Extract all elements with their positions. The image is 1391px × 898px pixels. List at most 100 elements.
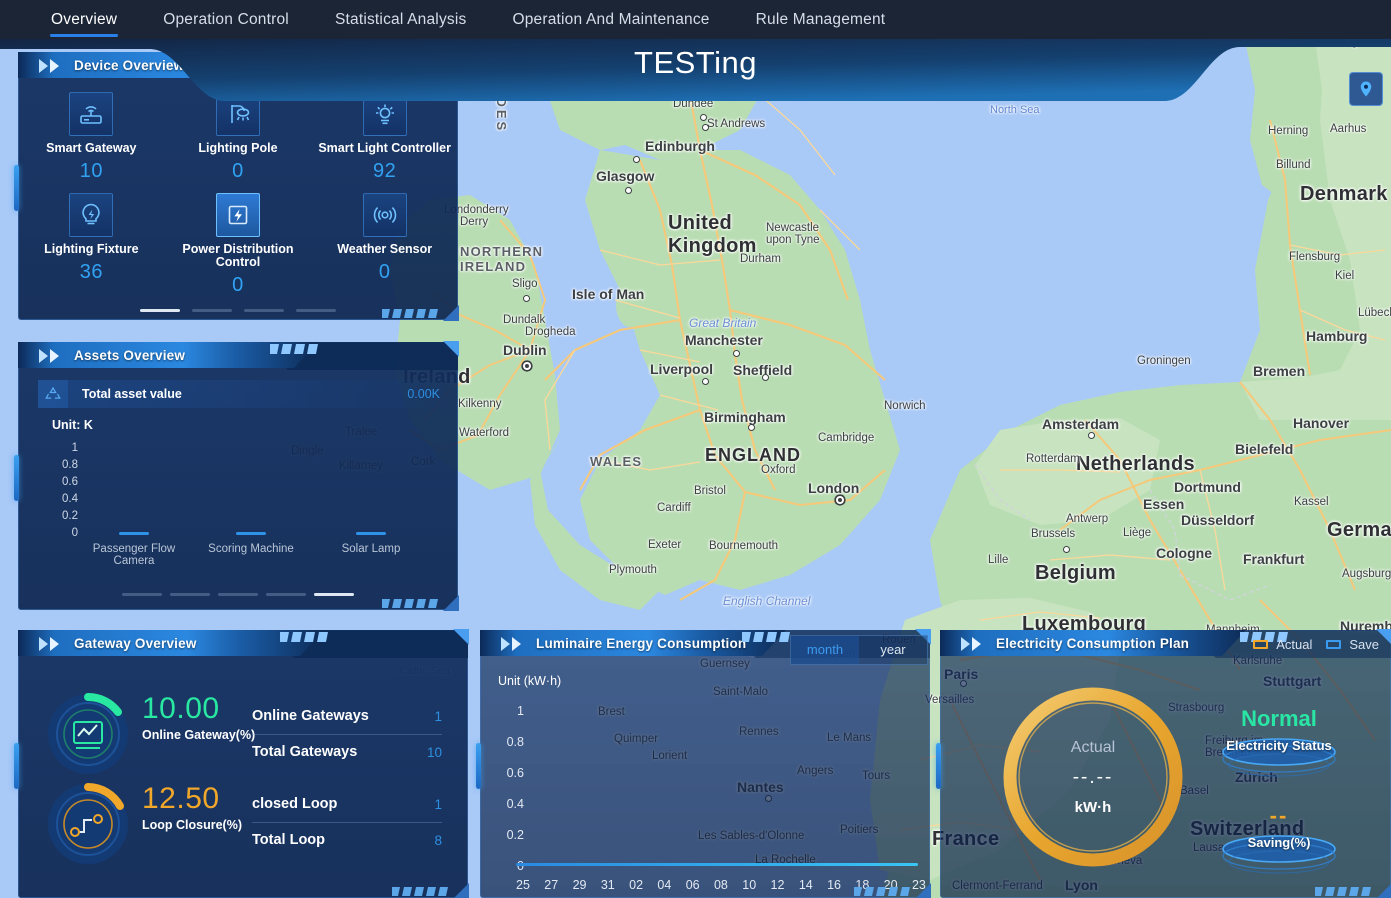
- panel-edge-accent: [936, 742, 941, 789]
- tab-operation-control[interactable]: Operation Control: [140, 0, 312, 39]
- map-dot: [702, 378, 709, 385]
- device-label: Power Distribution Control: [182, 242, 294, 269]
- stat-online-gateways: Online Gateways 1: [252, 708, 442, 724]
- device-label: Lighting Pole: [198, 141, 278, 155]
- signal-waves-icon: [362, 193, 407, 237]
- map-dot: [633, 156, 640, 163]
- tab-statistical-analysis[interactable]: Statistical Analysis: [312, 0, 490, 39]
- carousel-dot[interactable]: [192, 309, 232, 312]
- panel-edge-accent: [14, 454, 19, 501]
- electricity-status-value: Normal: [1241, 706, 1317, 731]
- luminaire-energy-panel: Luminaire Energy Consumption month year …: [476, 629, 931, 898]
- electricity-status-block: Normal Electricity Status: [1204, 706, 1354, 783]
- total-asset-value-row: Total asset value 0.00K: [38, 380, 444, 408]
- carousel-dot[interactable]: [266, 593, 306, 596]
- carousel-dot[interactable]: [218, 593, 258, 596]
- stat-separator: [252, 822, 442, 823]
- loop-nodes-icon: [48, 783, 128, 864]
- device-label: Smart Light Controller: [318, 141, 451, 155]
- assets-unit-label: Unit: K: [52, 418, 93, 432]
- map-dot: [702, 124, 709, 131]
- assets-bar: [356, 532, 386, 535]
- map-dot: [762, 374, 769, 381]
- stat-total-gateways: Total Gateways 10: [252, 744, 442, 760]
- luminaire-x-tick: 04: [657, 878, 672, 892]
- loop-closure-readout: 12.50 Loop Closure(%): [142, 782, 242, 832]
- luminaire-x-tick: 08: [713, 878, 728, 892]
- total-asset-value: 0.00K: [407, 387, 440, 401]
- assets-carousel-dots[interactable]: [18, 593, 458, 596]
- legend-label-actual: Actual: [1276, 636, 1313, 652]
- luminaire-y-tick: 0.2: [506, 828, 524, 842]
- online-gateway-gauge: [46, 692, 130, 776]
- carousel-dot[interactable]: [314, 593, 354, 596]
- luminaire-unit-label: Unit (kW·h): [498, 674, 562, 688]
- corner-decor-br: [443, 595, 459, 611]
- assets-category-label: Scoring Machine: [208, 543, 294, 555]
- monitor-chart-icon: [48, 692, 128, 774]
- stat-key: Online Gateways: [252, 708, 369, 724]
- range-option-month[interactable]: month: [791, 636, 859, 664]
- electricity-status-pill: Electricity Status: [1204, 734, 1354, 783]
- range-option-year[interactable]: year: [859, 636, 927, 664]
- chevron-double-right-icon: [961, 637, 981, 651]
- device-item-weather-sensor[interactable]: Weather Sensor 0: [311, 185, 458, 297]
- assets-y-tick: 0.6: [62, 476, 78, 488]
- device-label: Smart Gateway: [46, 141, 137, 155]
- device-item-smart-gateway[interactable]: Smart Gateway 10: [18, 84, 165, 183]
- luminaire-y-tick: 1: [517, 704, 524, 718]
- recycle-icon: [38, 380, 68, 408]
- map-dot: [1088, 432, 1095, 439]
- luminaire-y-tick: 0.4: [506, 797, 524, 811]
- device-value: 10: [79, 160, 103, 182]
- assets-bar: [236, 532, 266, 535]
- map-dot: [523, 295, 530, 302]
- luminaire-x-tick: 12: [770, 878, 785, 892]
- ring-unit: kW·h: [1074, 798, 1112, 816]
- actual-consumption-ring: Actual --.-- kW·h: [994, 678, 1192, 876]
- chevron-double-right-icon: [39, 637, 59, 651]
- dashboard-root: .land{fill:#b9ddb3;} .land2{fill:#c7e3bf…: [0, 0, 1391, 898]
- luminaire-x-tick: 29: [572, 878, 587, 892]
- carousel-dot[interactable]: [122, 593, 162, 596]
- map-dot: [700, 114, 707, 121]
- ring-readout: Actual --.-- kW·h: [994, 678, 1192, 876]
- luminaire-x-tick: 16: [827, 878, 841, 892]
- luminaire-x-tick: 31: [600, 878, 615, 892]
- loop-closure-value: 12.50: [142, 782, 220, 815]
- tab-rule-management[interactable]: Rule Management: [733, 0, 909, 39]
- tab-overview[interactable]: Overview: [28, 0, 140, 39]
- stat-key: Total Gateways: [252, 744, 358, 760]
- carousel-dot[interactable]: [170, 593, 210, 596]
- corner-decor-br: [443, 305, 459, 321]
- ring-caption: Actual: [1070, 738, 1116, 756]
- map-dot: [625, 187, 632, 194]
- panel-title: Electricity Consumption Plan: [996, 636, 1190, 651]
- luminaire-x-axis: [516, 863, 918, 866]
- street-lamp-icon: [215, 92, 260, 136]
- device-item-power-distribution-control[interactable]: Power Distribution Control 0: [165, 185, 312, 297]
- assets-overview-panel: Assets Overview Total asset value 0.00K …: [14, 341, 459, 611]
- luminaire-x-tick: 10: [742, 878, 757, 892]
- device-item-smart-light-controller[interactable]: Smart Light Controller 92: [311, 84, 458, 183]
- map-dot: [1063, 546, 1070, 553]
- saving-value: --: [1269, 803, 1289, 828]
- online-gateway-readout: 10.00 Online Gateway(%): [142, 692, 255, 742]
- carousel-dot[interactable]: [244, 309, 284, 312]
- stat-value: 10: [426, 744, 442, 760]
- device-item-lighting-fixture[interactable]: Lighting Fixture 36: [18, 185, 165, 297]
- tab-operation-and-maintenance[interactable]: Operation And Maintenance: [489, 0, 732, 39]
- page-title: TESTing: [634, 45, 757, 80]
- corner-decor-tr: [443, 341, 459, 357]
- device-value: 0: [232, 274, 244, 296]
- assets-y-tick: 0.4: [62, 493, 78, 505]
- device-item-lighting-pole[interactable]: Lighting Pole 0: [165, 84, 312, 183]
- online-gateway-value: 10.00: [142, 692, 220, 725]
- total-asset-label: Total asset value: [82, 387, 182, 401]
- time-range-toggle[interactable]: month year: [790, 635, 928, 665]
- carousel-dot[interactable]: [140, 309, 180, 312]
- luminaire-y-tick: 0: [517, 859, 524, 873]
- corner-decor-tr: [453, 629, 469, 645]
- map-dot-capital: [838, 498, 842, 502]
- carousel-dot[interactable]: [296, 309, 336, 312]
